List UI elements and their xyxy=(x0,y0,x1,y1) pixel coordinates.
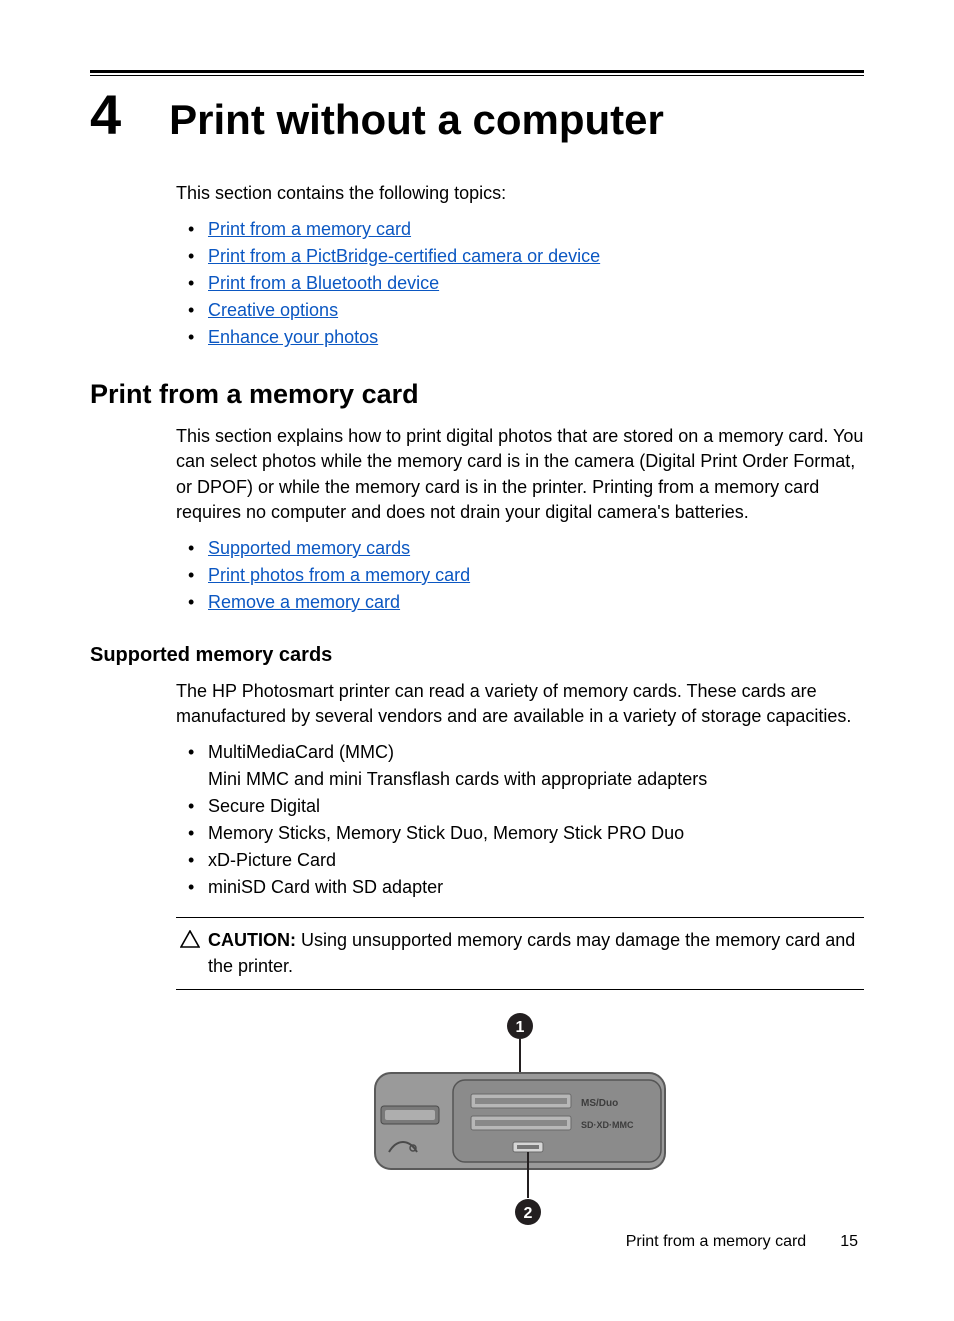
slot-label-1: MS/Duo xyxy=(581,1098,618,1109)
list-item-ms: Memory Sticks, Memory Stick Duo, Memory … xyxy=(176,820,864,847)
intro-text: This section contains the following topi… xyxy=(176,181,864,206)
chapter-header: 4 Print without a computer xyxy=(90,82,864,147)
list-item: Print from a PictBridge-certified camera… xyxy=(176,243,864,270)
chapter-number: 4 xyxy=(90,82,121,147)
list-item: Supported memory cards xyxy=(176,535,864,562)
link-print-bluetooth[interactable]: Print from a Bluetooth device xyxy=(208,273,439,293)
list-item: Print photos from a memory card xyxy=(176,562,864,589)
link-creative-options[interactable]: Creative options xyxy=(208,300,338,320)
link-enhance-photos[interactable]: Enhance your photos xyxy=(208,327,378,347)
topics-list: Print from a memory card Print from a Pi… xyxy=(176,216,864,351)
footer-page-number: 15 xyxy=(840,1233,858,1251)
list-item-mmc-sub: Mini MMC and mini Transflash cards with … xyxy=(176,766,864,793)
list-item-mini: miniSD Card with SD adapter xyxy=(176,874,864,901)
rule-thin xyxy=(90,75,864,76)
list-item: Creative options xyxy=(176,297,864,324)
list-item: Remove a memory card xyxy=(176,589,864,616)
list-item: Enhance your photos xyxy=(176,324,864,351)
link-print-photos-card[interactable]: Print photos from a memory card xyxy=(208,565,470,585)
rule-thick xyxy=(90,70,864,73)
callout-2: 2 xyxy=(524,1205,533,1222)
section1-para: This section explains how to print digit… xyxy=(176,424,864,525)
caution-box: CAUTION: Using unsupported memory cards … xyxy=(176,917,864,989)
memory-slot-figure: 1 M xyxy=(176,1010,864,1230)
caution-triangle-icon xyxy=(180,930,200,953)
section1-links: Supported memory cards Print photos from… xyxy=(176,535,864,616)
chapter-title: Print without a computer xyxy=(169,96,664,144)
slot-label-2: SD·XD·MMC xyxy=(581,1120,634,1130)
list-item-sd: Secure Digital xyxy=(176,793,864,820)
link-print-pictbridge[interactable]: Print from a PictBridge-certified camera… xyxy=(208,246,600,266)
caution-label: CAUTION: xyxy=(208,930,296,950)
list-item-mmc: MultiMediaCard (MMC) xyxy=(176,739,864,766)
list-item: Print from a memory card xyxy=(176,216,864,243)
link-print-memory-card[interactable]: Print from a memory card xyxy=(208,219,411,239)
section2-para: The HP Photosmart printer can read a var… xyxy=(176,679,864,729)
list-item-xd: xD-Picture Card xyxy=(176,847,864,874)
page-footer: Print from a memory card 15 xyxy=(626,1233,858,1251)
section-title-memory-card: Print from a memory card xyxy=(90,379,864,410)
link-remove-card[interactable]: Remove a memory card xyxy=(208,592,400,612)
callout-1: 1 xyxy=(516,1019,525,1036)
footer-text: Print from a memory card xyxy=(626,1233,806,1251)
caution-body: Using unsupported memory cards may damag… xyxy=(208,930,855,975)
list-item: Print from a Bluetooth device xyxy=(176,270,864,297)
cards-list: MultiMediaCard (MMC) Mini MMC and mini T… xyxy=(176,739,864,901)
subsection-title-supported: Supported memory cards xyxy=(90,644,864,667)
link-supported-cards[interactable]: Supported memory cards xyxy=(208,538,410,558)
caution-text: CAUTION: Using unsupported memory cards … xyxy=(208,928,860,978)
